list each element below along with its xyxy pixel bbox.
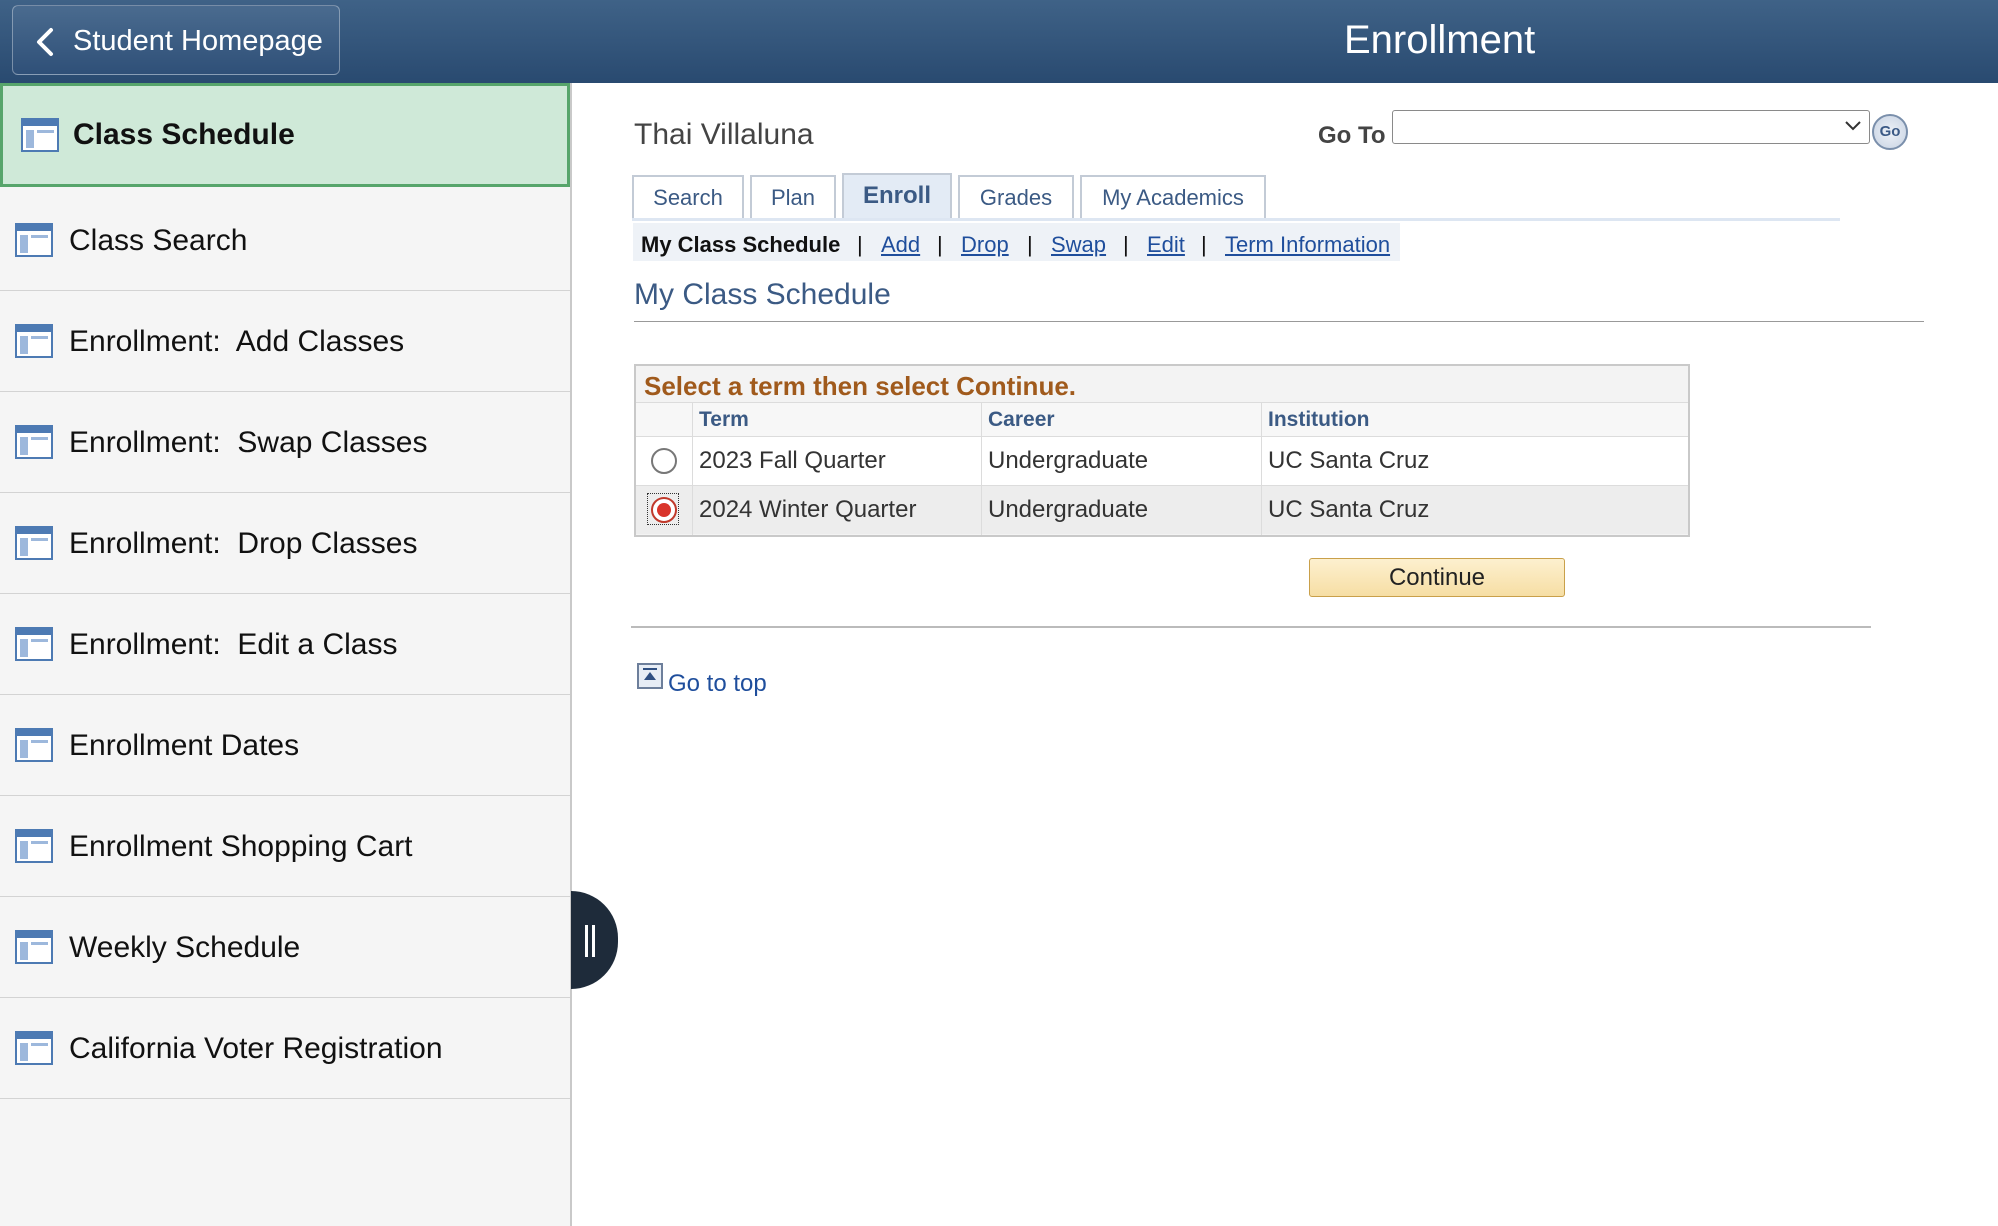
go-to-top-link[interactable]: Go to top [668, 670, 767, 698]
sidebar-item-weekly-schedule[interactable]: Weekly Schedule [0, 897, 570, 998]
subnav-separator: | [937, 232, 943, 257]
page-icon [15, 930, 53, 964]
page-icon [15, 829, 53, 863]
sidebar-item-label: Enrollment Shopping Cart [69, 830, 413, 863]
subnav-link-add[interactable]: Add [881, 223, 920, 267]
chevron-left-icon [37, 28, 53, 56]
column-divider [1261, 402, 1262, 535]
sidebar-item-label: Class Search [69, 224, 248, 257]
page-icon [15, 425, 53, 459]
cell-institution: UC Santa Cruz [1268, 496, 1430, 523]
sidebar-collapse-handle[interactable] [571, 891, 618, 989]
subnav-separator: | [1123, 232, 1129, 257]
subnav-link-term-information[interactable]: Term Information [1225, 223, 1390, 267]
term-radio-2024-winter[interactable] [651, 497, 677, 523]
subnav-link-edit[interactable]: Edit [1147, 223, 1185, 267]
sidebar: Class Schedule Class Search Enrollment: … [0, 83, 572, 1226]
sidebar-item-label: Weekly Schedule [69, 931, 301, 964]
subnav-link-drop[interactable]: Drop [961, 223, 1009, 267]
subnav-separator: | [857, 232, 863, 257]
page-icon [15, 526, 53, 560]
column-divider [692, 402, 693, 535]
page-icon [15, 1031, 53, 1065]
sidebar-item-label: Enrollment: Edit a Class [69, 628, 398, 661]
page-icon [15, 627, 53, 661]
column-divider [981, 402, 982, 535]
sidebar-item-drop-classes[interactable]: Enrollment: Drop Classes [0, 493, 570, 594]
sidebar-item-add-classes[interactable]: Enrollment: Add Classes [0, 291, 570, 392]
tab-underline [632, 218, 1840, 221]
table-row[interactable]: 2024 Winter Quarter Undergraduate UC San… [636, 485, 1688, 534]
goto-dropdown[interactable] [1392, 110, 1870, 144]
continue-button[interactable]: Continue [1309, 558, 1565, 597]
tab-search[interactable]: Search [632, 175, 744, 219]
page-icon [15, 223, 53, 257]
sidebar-item-label: Enrollment: Drop Classes [69, 527, 418, 560]
sidebar-item-label: California Voter Registration [69, 1032, 443, 1065]
sidebar-item-class-search[interactable]: Class Search [0, 190, 570, 291]
go-button[interactable]: Go [1872, 114, 1908, 150]
student-name: Thai Villaluna [634, 118, 814, 151]
sidebar-item-shopping-cart[interactable]: Enrollment Shopping Cart [0, 796, 570, 897]
sub-navigation: My Class Schedule | Add | Drop | Swap | … [633, 223, 1400, 261]
sidebar-item-label: Enrollment: Swap Classes [69, 426, 428, 459]
divider [631, 626, 1871, 628]
go-to-top-icon[interactable] [637, 663, 663, 689]
sidebar-item-label: Class Schedule [73, 118, 295, 151]
drag-handle-icon [592, 925, 595, 957]
tab-enroll[interactable]: Enroll [842, 173, 952, 219]
top-banner: Student Homepage Enrollment [0, 0, 1998, 83]
subnav-link-swap[interactable]: Swap [1051, 223, 1106, 267]
sidebar-item-voter-registration[interactable]: California Voter Registration [0, 998, 570, 1099]
divider [634, 321, 1924, 322]
back-to-student-homepage-button[interactable]: Student Homepage [12, 5, 340, 75]
page-title: Enrollment [1344, 18, 1536, 62]
sidebar-item-label: Enrollment Dates [69, 729, 300, 762]
term-selection-grid: Select a term then select Continue. Term… [634, 364, 1690, 537]
tab-grades[interactable]: Grades [958, 175, 1074, 219]
table-row[interactable]: 2023 Fall Quarter Undergraduate UC Santa… [636, 436, 1688, 485]
chevron-down-icon [1845, 121, 1861, 131]
tab-plan[interactable]: Plan [750, 175, 836, 219]
back-button-label: Student Homepage [73, 25, 323, 57]
cell-term: 2023 Fall Quarter [699, 447, 886, 474]
grid-header-row: Term Career Institution [636, 402, 1688, 437]
term-radio-2023-fall[interactable] [651, 448, 677, 474]
subnav-separator: | [1027, 232, 1033, 257]
column-header-career: Career [988, 408, 1055, 431]
page-icon [15, 324, 53, 358]
cell-institution: UC Santa Cruz [1268, 447, 1430, 474]
cell-career: Undergraduate [988, 496, 1149, 523]
sidebar-item-enrollment-dates[interactable]: Enrollment Dates [0, 695, 570, 796]
drag-handle-icon [585, 925, 588, 957]
subnav-current-my-class-schedule: My Class Schedule [641, 232, 841, 257]
column-header-institution: Institution [1268, 408, 1370, 431]
sidebar-item-class-schedule[interactable]: Class Schedule [0, 83, 570, 187]
page-icon [15, 728, 53, 762]
cell-term: 2024 Winter Quarter [699, 496, 917, 523]
tab-my-academics[interactable]: My Academics [1080, 175, 1266, 219]
section-title: My Class Schedule [634, 278, 891, 311]
goto-label: Go To [1318, 122, 1386, 149]
sidebar-item-label: Enrollment: Add Classes [69, 325, 405, 358]
grid-instructions: Select a term then select Continue. [644, 371, 1077, 401]
page-icon [21, 118, 59, 152]
sidebar-item-swap-classes[interactable]: Enrollment: Swap Classes [0, 392, 570, 493]
column-header-term: Term [699, 408, 749, 431]
cell-career: Undergraduate [988, 447, 1149, 474]
sidebar-item-edit-a-class[interactable]: Enrollment: Edit a Class [0, 594, 570, 695]
subnav-separator: | [1201, 232, 1207, 257]
